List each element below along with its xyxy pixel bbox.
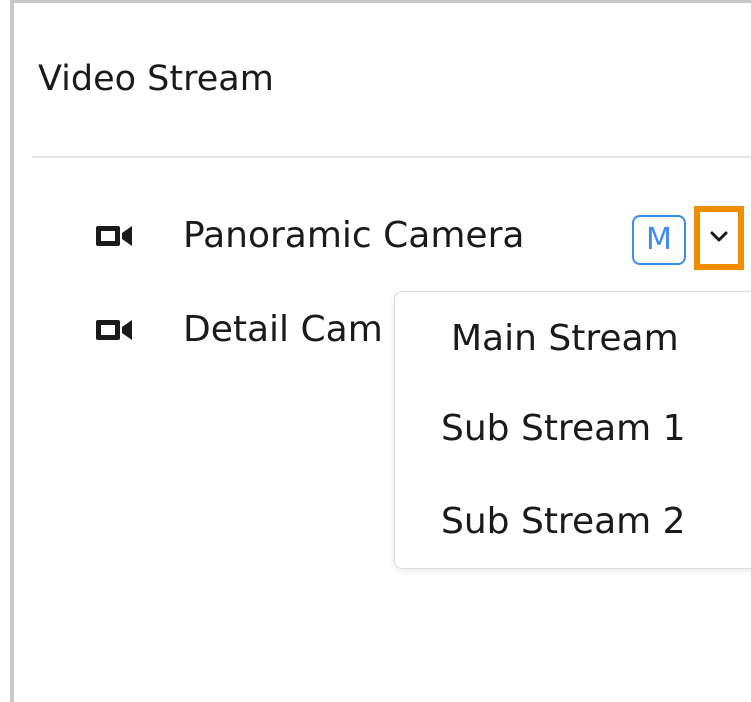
panel-left-border: [10, 0, 14, 702]
panel-title: Video Stream: [38, 59, 274, 99]
camera-label-detail: Detail Cam: [183, 309, 383, 350]
menu-item-main-stream[interactable]: Main Stream: [451, 315, 679, 363]
stream-badge: M: [632, 215, 686, 265]
stream-dropdown-menu: Main Stream Sub Stream 1 Sub Stream 2: [394, 291, 751, 569]
camera-label-panoramic: Panoramic Camera: [183, 215, 525, 256]
menu-item-sub-stream-2[interactable]: Sub Stream 2: [441, 498, 686, 546]
menu-item-sub-stream-1[interactable]: Sub Stream 1: [441, 405, 686, 453]
video-camera-icon: [96, 320, 132, 340]
video-camera-icon: [96, 226, 132, 246]
panel-top-border: [10, 0, 751, 3]
stream-dropdown-toggle[interactable]: [694, 206, 744, 270]
chevron-down-icon: [710, 231, 728, 242]
